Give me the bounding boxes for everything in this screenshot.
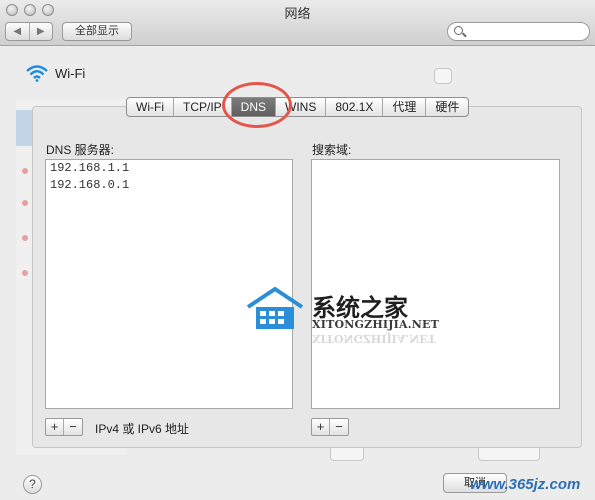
house-logo-icon xyxy=(246,286,304,329)
wifi-icon xyxy=(26,65,48,82)
domain-add-remove: + − xyxy=(311,418,349,436)
tab-bar: Wi-Fi TCP/IP DNS WINS 802.1X 代理 硬件 xyxy=(126,97,470,117)
dns-servers-list[interactable]: 192.168.1.1 192.168.0.1 xyxy=(45,159,293,409)
add-domain-button[interactable]: + xyxy=(312,419,330,435)
status-dot xyxy=(22,270,28,276)
tab-proxy[interactable]: 代理 xyxy=(383,98,427,116)
tab-hardware[interactable]: 硬件 xyxy=(426,98,468,116)
watermark: 系统之家 XITONGZHIJIA.NET XITONGZHIJIA.NET xyxy=(244,285,439,345)
corner-watermark: www.365jz.com xyxy=(470,476,581,493)
address-hint: IPv4 或 IPv6 地址 xyxy=(95,422,190,436)
history-nav: ◀ ▶ xyxy=(5,22,53,41)
window-title: 网络 xyxy=(284,6,311,21)
search-input[interactable] xyxy=(447,22,590,41)
watermark-reflection: XITONGZHIJIA.NET xyxy=(312,332,436,345)
status-dot xyxy=(22,168,28,174)
back-button[interactable]: ◀ xyxy=(6,23,30,40)
dns-add-remove: + − xyxy=(45,418,83,436)
search-icon xyxy=(454,26,463,35)
add-dns-button[interactable]: + xyxy=(46,419,64,435)
highlight-circle xyxy=(222,82,292,128)
list-item[interactable]: 192.168.0.1 xyxy=(46,177,292,194)
background-control xyxy=(434,68,452,84)
help-button[interactable]: ? xyxy=(23,475,42,494)
dns-servers-label: DNS 服务器: xyxy=(46,143,115,157)
tab-wifi[interactable]: Wi-Fi xyxy=(127,98,174,116)
watermark-en: XITONGZHIJIA.NET xyxy=(312,318,440,331)
title-bar: 网络 ◀ ▶ 全部显示 xyxy=(0,0,595,46)
service-name: Wi-Fi xyxy=(55,65,86,81)
service-header: Wi-Fi xyxy=(25,64,85,82)
status-dot xyxy=(22,200,28,206)
status-dot xyxy=(22,235,28,241)
tab-8021x[interactable]: 802.1X xyxy=(326,98,384,116)
search-domains-label: 搜索域: xyxy=(312,143,352,157)
remove-dns-button[interactable]: − xyxy=(64,419,82,435)
show-all-button[interactable]: 全部显示 xyxy=(62,22,132,41)
forward-button[interactable]: ▶ xyxy=(30,23,53,40)
list-item[interactable]: 192.168.1.1 xyxy=(46,160,292,177)
remove-domain-button[interactable]: − xyxy=(330,419,348,435)
search-domains-list[interactable] xyxy=(311,159,560,409)
